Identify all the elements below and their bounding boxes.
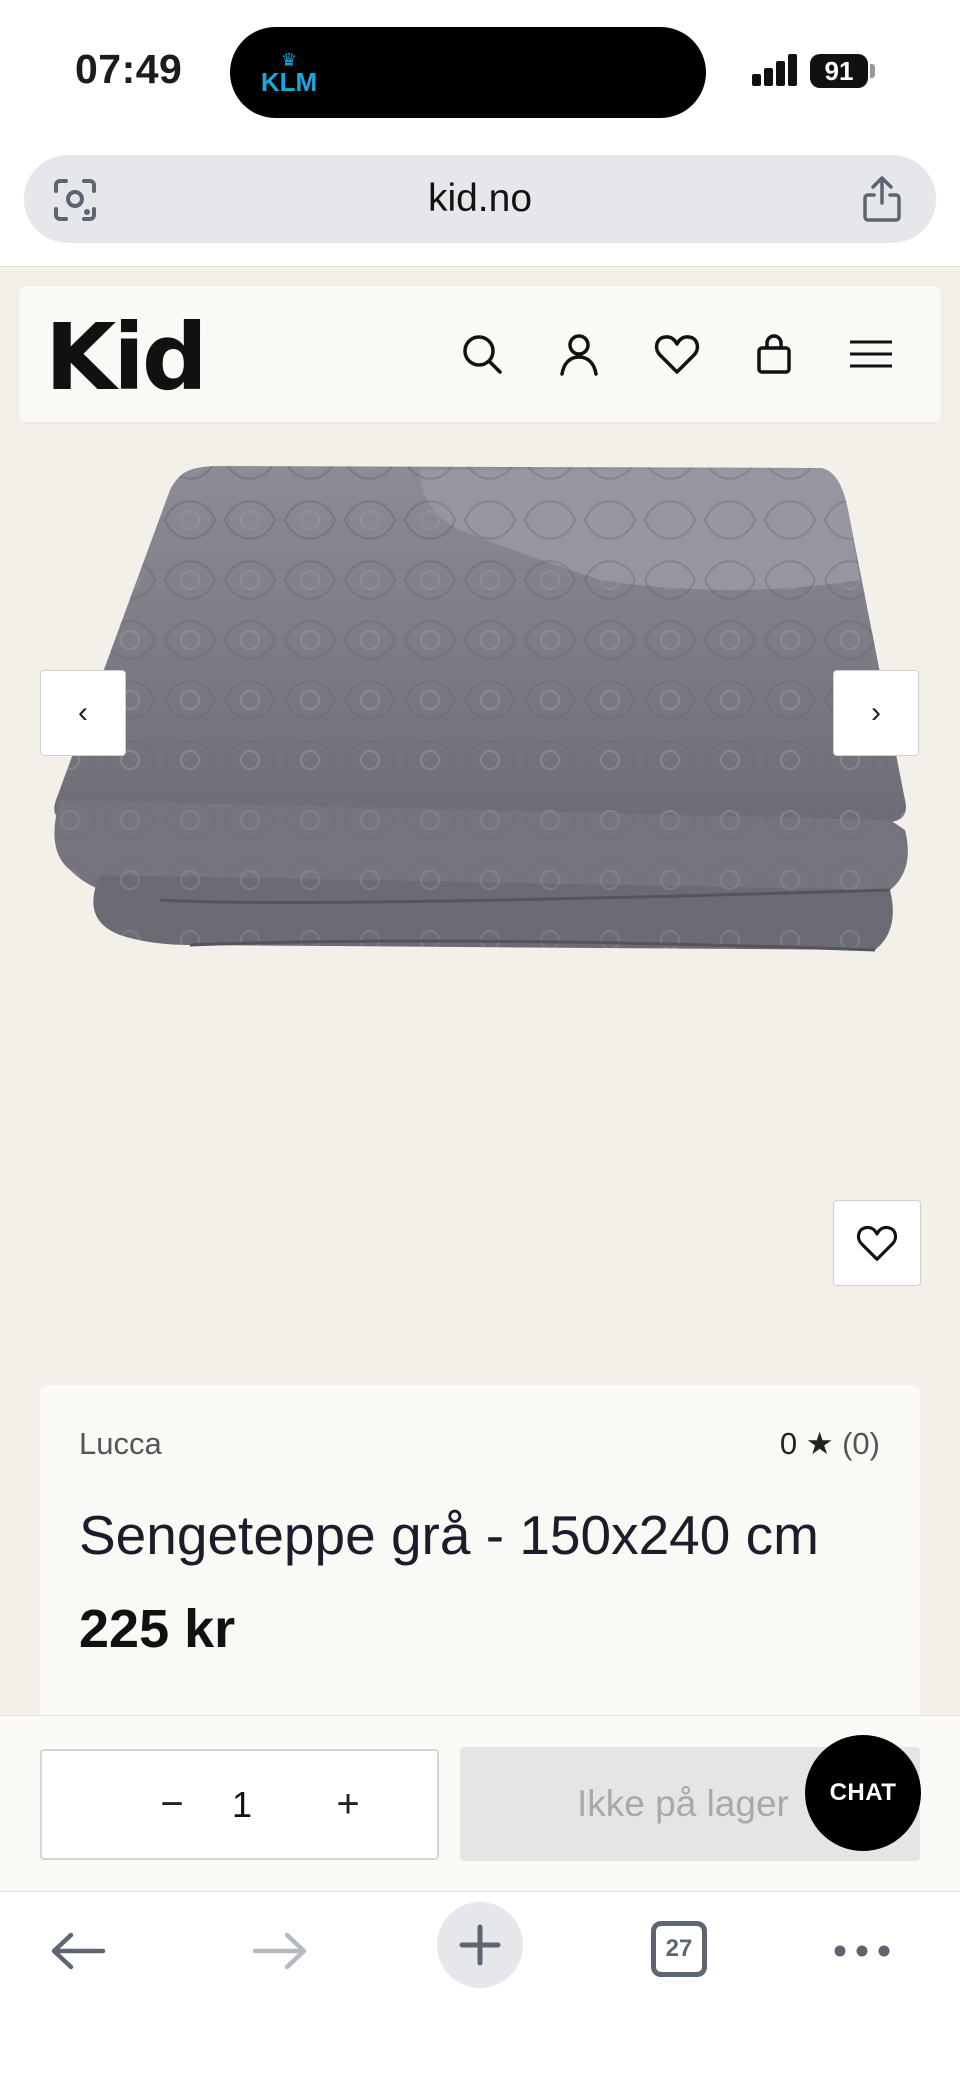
- rating-count: (0): [842, 1426, 880, 1461]
- star-icon: ★: [805, 1426, 834, 1461]
- bag-icon[interactable]: [748, 328, 800, 380]
- cellular-signal-icon: [752, 54, 800, 86]
- gallery-prev-button[interactable]: ‹: [40, 670, 126, 756]
- heart-icon[interactable]: [651, 328, 703, 380]
- product-image: [40, 430, 920, 990]
- browser-toolbar: 27: [0, 1891, 960, 2081]
- product-brand[interactable]: Lucca: [79, 1426, 162, 1462]
- search-icon[interactable]: [456, 328, 508, 380]
- back-arrow-icon[interactable]: [46, 1906, 110, 1996]
- url-text[interactable]: kid.no: [24, 155, 936, 243]
- klm-text: KLM: [260, 67, 318, 97]
- browser-address-area: kid.no: [0, 140, 960, 267]
- account-icon[interactable]: [553, 328, 605, 380]
- menu-icon[interactable]: [845, 328, 897, 380]
- new-tab-button[interactable]: [437, 1902, 523, 1988]
- dynamic-island: ♛ KLM: [230, 27, 706, 118]
- status-time: 07:49: [75, 46, 183, 92]
- gallery-next-button[interactable]: ›: [833, 670, 919, 756]
- more-options-icon[interactable]: [832, 1906, 892, 1996]
- product-price: 225 kr: [79, 1599, 236, 1659]
- heart-icon: [856, 1225, 898, 1261]
- product-rating[interactable]: 0 ★ (0): [780, 1426, 880, 1462]
- quantity-decrease-button[interactable]: −: [142, 1751, 202, 1858]
- lens-icon[interactable]: [52, 177, 98, 223]
- status-bar: 07:49 ♛ KLM 91: [0, 0, 960, 140]
- product-gallery[interactable]: [40, 430, 920, 990]
- battery-indicator: 91: [810, 54, 868, 88]
- product-info-card: Lucca 0 ★ (0) Sengeteppe grå - 150x240 c…: [40, 1385, 920, 1715]
- site-header: Kid: [19, 286, 941, 422]
- address-bar[interactable]: kid.no: [24, 155, 936, 243]
- quantity-increase-button[interactable]: +: [318, 1751, 378, 1858]
- forward-arrow-icon[interactable]: [248, 1906, 312, 1996]
- plus-icon: [459, 1924, 501, 1966]
- rating-value: 0: [779, 1426, 798, 1461]
- site-logo[interactable]: Kid: [45, 304, 208, 411]
- battery-tip: [870, 64, 875, 78]
- quantity-stepper: − 1 +: [40, 1749, 439, 1860]
- quantity-value[interactable]: 1: [212, 1751, 272, 1858]
- tabs-count-button[interactable]: 27: [651, 1921, 707, 1977]
- klm-logo: ♛ KLM: [254, 51, 324, 95]
- chat-button[interactable]: CHAT: [805, 1735, 921, 1851]
- share-icon[interactable]: [860, 175, 904, 223]
- product-title: Sengeteppe grå - 150x240 cm: [79, 1504, 819, 1566]
- add-to-wishlist-button[interactable]: [833, 1200, 921, 1286]
